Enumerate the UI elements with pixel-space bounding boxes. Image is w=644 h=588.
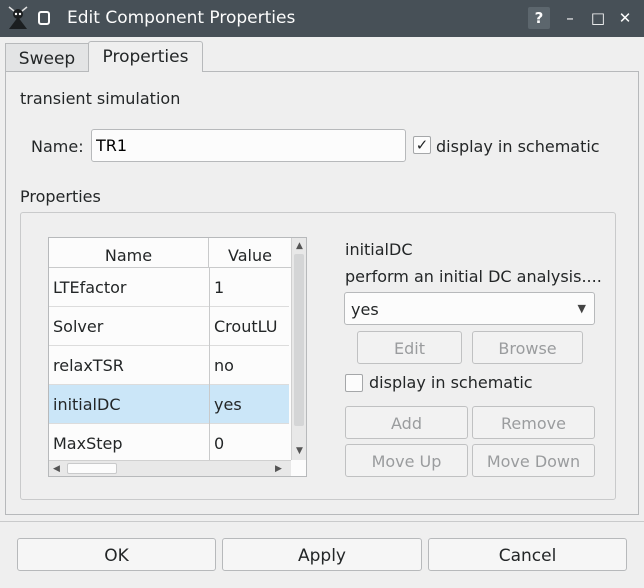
row-name: LTEfactor <box>53 278 127 297</box>
param-display-in-schematic-checkbox[interactable] <box>345 374 363 392</box>
scroll-down-icon[interactable]: ▼ <box>292 446 306 456</box>
column-separator <box>209 268 210 460</box>
row-name: initialDC <box>53 395 121 414</box>
column-header-value[interactable]: Value <box>209 238 291 268</box>
row-name: Solver <box>53 317 104 336</box>
properties-group: Name Value LTEfactor 1 Solver CroutLU re… <box>20 212 616 500</box>
apply-button[interactable]: Apply <box>222 538 422 571</box>
selected-property-description: perform an initial DC analysis.... <box>345 267 602 286</box>
row-value: yes <box>214 395 242 414</box>
minimize-button[interactable]: – <box>559 7 581 29</box>
properties-section-label: Properties <box>20 187 101 206</box>
move-up-button[interactable]: Move Up <box>345 444 468 477</box>
column-header-name[interactable]: Name <box>49 238 209 268</box>
display-in-schematic-checkbox[interactable]: ✓ <box>413 136 431 154</box>
close-button[interactable]: ✕ <box>614 7 636 29</box>
tab-properties[interactable]: Properties <box>88 41 203 72</box>
table-row[interactable]: MaxStep 0 <box>49 424 289 463</box>
row-value: 1 <box>214 278 225 297</box>
horizontal-scroll-thumb[interactable] <box>67 463 117 474</box>
vertical-scrollbar[interactable]: ▲ ▼ <box>291 238 306 460</box>
browse-button[interactable]: Browse <box>472 331 583 364</box>
horizontal-scrollbar[interactable]: ◀ ▶ <box>49 460 291 476</box>
remove-button[interactable]: Remove <box>472 406 595 439</box>
table-row-selected[interactable]: initialDC yes <box>49 385 289 424</box>
properties-table[interactable]: Name Value LTEfactor 1 Solver CroutLU re… <box>48 237 307 477</box>
ok-button[interactable]: OK <box>17 538 216 571</box>
row-value: no <box>214 356 234 375</box>
properties-tab-panel: transient simulation Name: ✓ display in … <box>5 71 639 515</box>
help-button[interactable]: ? <box>528 7 550 29</box>
row-value: 0 <box>214 434 225 453</box>
scroll-left-icon[interactable]: ◀ <box>49 464 64 474</box>
name-input[interactable] <box>91 129 406 162</box>
row-value: CroutLU <box>214 317 278 336</box>
selected-property-name: initialDC <box>345 240 413 259</box>
scroll-up-icon[interactable]: ▲ <box>292 241 306 251</box>
edit-button[interactable]: Edit <box>357 331 462 364</box>
table-row[interactable]: relaxTSR no <box>49 346 289 385</box>
tab-sweep[interactable]: Sweep <box>5 43 89 71</box>
row-name: relaxTSR <box>53 356 124 375</box>
display-in-schematic-label[interactable]: display in schematic <box>436 137 600 156</box>
property-value-combo[interactable]: yes ▼ <box>344 292 595 325</box>
window-title: Edit Component Properties <box>67 8 296 28</box>
cancel-button[interactable]: Cancel <box>428 538 627 571</box>
maximize-button[interactable]: □ <box>587 7 609 29</box>
name-label: Name: <box>31 137 84 156</box>
add-button[interactable]: Add <box>345 406 468 439</box>
param-display-in-schematic-label[interactable]: display in schematic <box>369 373 533 392</box>
row-name: MaxStep <box>53 434 123 453</box>
component-description: transient simulation <box>20 89 181 108</box>
dialog-separator <box>0 521 644 522</box>
table-row[interactable]: LTEfactor 1 <box>49 268 289 307</box>
pin-icon[interactable] <box>38 11 50 25</box>
chevron-down-icon: ▼ <box>577 302 586 315</box>
title-bar: Edit Component Properties ? – □ ✕ <box>0 0 644 37</box>
combo-value: yes <box>351 300 379 319</box>
scroll-right-icon[interactable]: ▶ <box>271 464 286 474</box>
move-down-button[interactable]: Move Down <box>472 444 595 477</box>
vertical-scroll-thumb[interactable] <box>294 254 304 426</box>
table-row[interactable]: Solver CroutLU <box>49 307 289 346</box>
app-icon <box>8 6 28 29</box>
